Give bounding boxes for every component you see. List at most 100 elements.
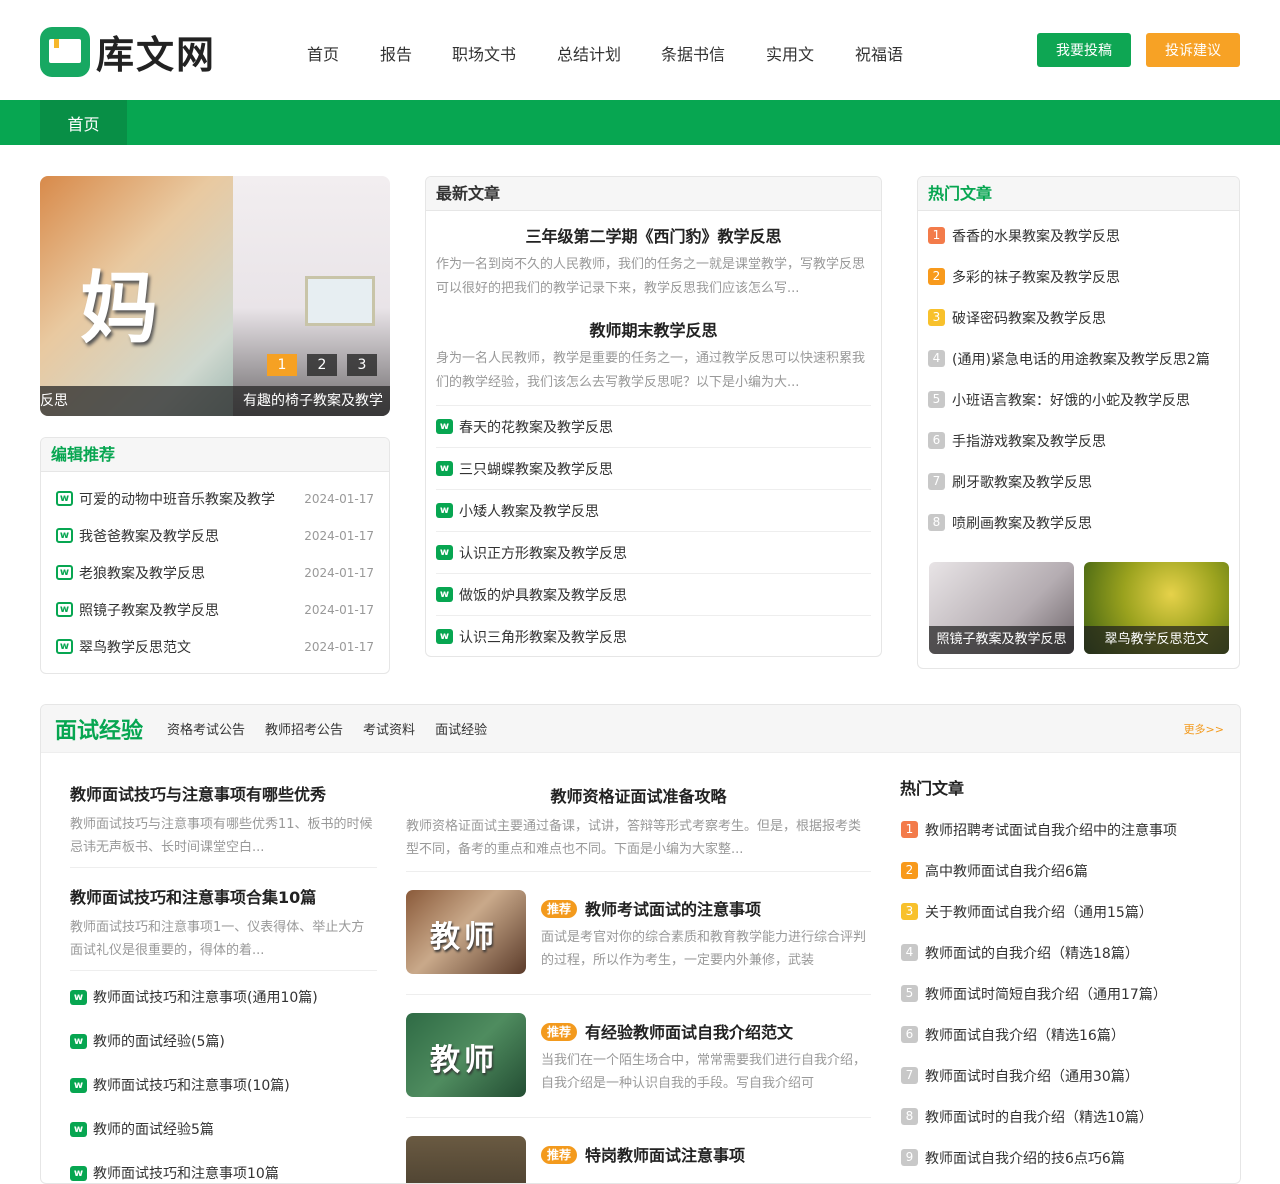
item-title[interactable]: 手指游戏教案及教学反思 <box>952 431 1106 451</box>
card-title[interactable]: 有经验教师面试自我介绍范文 <box>585 1023 793 1042</box>
featured-title[interactable]: 教师面试技巧和注意事项合集10篇 <box>70 884 377 908</box>
section-tab[interactable]: 面试经验 <box>435 719 487 738</box>
list-item[interactable]: w 教师的面试经验5篇 <box>70 1107 377 1151</box>
ranked-item[interactable]: 3 破译密码教案及教学反思 <box>918 297 1239 338</box>
nav-report[interactable]: 报告 <box>380 41 412 65</box>
slide-image-mother[interactable]: 妈 <box>40 176 233 416</box>
slide-caption[interactable]: 有趣的椅子教案及教学 <box>233 386 390 416</box>
site-logo[interactable]: 库文网 <box>40 24 216 79</box>
item-title[interactable]: 我爸爸教案及教学反思 <box>79 526 219 546</box>
list-item[interactable]: w 小矮人教案及教学反思 <box>436 489 871 531</box>
feedback-button[interactable]: 投诉建议 <box>1146 33 1240 67</box>
list-item[interactable]: w 教师的面试经验(5篇) <box>70 1019 377 1063</box>
article-card[interactable]: 教师 推荐 教师考试面试的注意事项 面试是考官对你的综合素质和教育教学能力进行综合… <box>406 890 871 995</box>
ranked-item[interactable]: 4 (通用)紧急电话的用途教案及教学反思2篇 <box>918 338 1239 379</box>
ranked-item[interactable]: 9 教师面试自我介绍的技6点巧6篇 <box>891 1137 1231 1178</box>
ranked-item[interactable]: 2 多彩的袜子教案及教学反思 <box>918 256 1239 297</box>
item-title[interactable]: 教师招聘考试面试自我介绍中的注意事项 <box>925 820 1177 840</box>
list-item[interactable]: w 三只蝴蝶教案及教学反思 <box>436 447 871 489</box>
list-item[interactable]: w 做饭的炉具教案及教学反思 <box>436 573 871 615</box>
list-item[interactable]: w 教师面试技巧和注意事项(10篇) <box>70 1063 377 1107</box>
item-title[interactable]: 高中教师面试自我介绍6篇 <box>925 861 1088 881</box>
ranked-item[interactable]: 5 小班语言教案：好饿的小蛇及教学反思 <box>918 379 1239 420</box>
nav-summary[interactable]: 总结计划 <box>557 41 621 65</box>
item-title[interactable]: 教师面试时的自我介绍（精选10篇） <box>925 1107 1153 1127</box>
item-title[interactable]: 教师面试技巧和注意事项(通用10篇) <box>93 987 318 1007</box>
item-title[interactable]: 老狼教案及教学反思 <box>79 563 205 583</box>
slide-image-classroom[interactable] <box>233 176 390 416</box>
item-title[interactable]: 刷牙歌教案及教学反思 <box>952 472 1092 492</box>
item-title[interactable]: 翠鸟教学反思范文 <box>79 637 191 657</box>
section-tab[interactable]: 教师招考公告 <box>265 719 343 738</box>
nav-greetings[interactable]: 祝福语 <box>855 41 903 65</box>
ranked-item[interactable]: 8 教师面试时的自我介绍（精选10篇） <box>891 1096 1231 1137</box>
item-title[interactable]: 春天的花教案及教学反思 <box>459 417 613 437</box>
item-title[interactable]: 教师面试时简短自我介绍（通用17篇） <box>925 984 1167 1004</box>
ranked-item[interactable]: 6 教师面试自我介绍（精选16篇） <box>891 1014 1231 1055</box>
teacher-image[interactable]: 教师 <box>406 890 526 974</box>
list-item[interactable]: w 教师面试技巧和注意事项(通用10篇) <box>70 975 377 1019</box>
item-title[interactable]: 教师面试自我介绍（精选16篇） <box>925 1025 1125 1045</box>
ranked-item[interactable]: 7 教师面试时自我介绍（通用30篇） <box>891 1055 1231 1096</box>
section-tab[interactable]: 考试资料 <box>363 719 415 738</box>
item-title[interactable]: 教师面试自我介绍的技6点巧6篇 <box>925 1148 1125 1168</box>
nav-practical[interactable]: 实用文 <box>766 41 814 65</box>
item-title[interactable]: 破译密码教案及教学反思 <box>952 308 1106 328</box>
slider-dot-3[interactable]: 3 <box>347 354 377 376</box>
item-title[interactable]: 教师面试技巧和注意事项(10篇) <box>93 1075 290 1095</box>
featured-title[interactable]: 三年级第二学期《西门豹》教学反思 <box>426 223 881 247</box>
list-item[interactable]: w 认识三角形教案及教学反思 <box>436 615 871 656</box>
item-title[interactable]: 三只蝴蝶教案及教学反思 <box>459 459 613 479</box>
article-card[interactable]: 推荐 特岗教师面试注意事项 <box>406 1136 871 1183</box>
featured-title[interactable]: 教师期末教学反思 <box>426 317 881 341</box>
thumb-kingfisher[interactable]: 翠鸟教学反思范文 <box>1084 562 1229 654</box>
item-title[interactable]: 关于教师面试自我介绍（通用15篇） <box>925 902 1153 922</box>
submit-button[interactable]: 我要投稿 <box>1037 33 1131 67</box>
item-title[interactable]: 香香的水果教案及教学反思 <box>952 226 1120 246</box>
list-item[interactable]: w 可爱的动物中班音乐教案及教学 2024-01-17 <box>41 480 389 517</box>
ranked-item[interactable]: 8 喷刷画教案及教学反思 <box>918 502 1239 543</box>
ranked-item[interactable]: 1 香香的水果教案及教学反思 <box>918 215 1239 256</box>
list-item[interactable]: w 春天的花教案及教学反思 <box>436 405 871 447</box>
list-item[interactable]: w 教师面试技巧和注意事项10篇 <box>70 1151 377 1183</box>
nav-letters[interactable]: 条据书信 <box>661 41 725 65</box>
ranked-item[interactable]: 4 教师面试的自我介绍（精选18篇） <box>891 932 1231 973</box>
featured-title[interactable]: 教师面试技巧与注意事项有哪些优秀 <box>70 781 377 805</box>
nav-home[interactable]: 首页 <box>307 41 339 65</box>
item-title[interactable]: (通用)紧急电话的用途教案及教学反思2篇 <box>952 349 1210 369</box>
more-link[interactable]: 更多>> <box>1184 721 1224 737</box>
item-title[interactable]: 教师面试的自我介绍（精选18篇） <box>925 943 1139 963</box>
list-item[interactable]: w 认识正方形教案及教学反思 <box>436 531 871 573</box>
item-title[interactable]: 认识正方形教案及教学反思 <box>459 543 627 563</box>
ranked-item[interactable]: 5 教师面试时简短自我介绍（通用17篇） <box>891 973 1231 1014</box>
list-item[interactable]: w 照镜子教案及教学反思 2024-01-17 <box>41 591 389 628</box>
item-title[interactable]: 多彩的袜子教案及教学反思 <box>952 267 1120 287</box>
ranked-item[interactable]: 1 教师招聘考试面试自我介绍中的注意事项 <box>891 809 1231 850</box>
ranked-item[interactable]: 6 手指游戏教案及教学反思 <box>918 420 1239 461</box>
card-title[interactable]: 特岗教师面试注意事项 <box>585 1146 745 1165</box>
image-slider[interactable]: 妈 反思 有趣的椅子教案及教学 1 2 3 <box>40 176 390 416</box>
teacher-image[interactable] <box>406 1136 526 1183</box>
slide-caption[interactable]: 反思 <box>40 386 233 416</box>
ranked-item[interactable]: 3 关于教师面试自我介绍（通用15篇） <box>891 891 1231 932</box>
ranked-item[interactable]: 7 刷牙歌教案及教学反思 <box>918 461 1239 502</box>
slider-dot-1[interactable]: 1 <box>267 354 297 376</box>
item-title[interactable]: 小班语言教案：好饿的小蛇及教学反思 <box>952 390 1190 410</box>
tab-home[interactable]: 首页 <box>40 100 127 145</box>
item-title[interactable]: 认识三角形教案及教学反思 <box>459 627 627 647</box>
teacher-image[interactable]: 教师 <box>406 1013 526 1097</box>
item-title[interactable]: 小矮人教案及教学反思 <box>459 501 599 521</box>
item-title[interactable]: 照镜子教案及教学反思 <box>79 600 219 620</box>
slider-dot-2[interactable]: 2 <box>307 354 337 376</box>
thumb-caption[interactable]: 翠鸟教学反思范文 <box>1084 626 1229 654</box>
item-title[interactable]: 教师面试技巧和注意事项10篇 <box>93 1163 279 1183</box>
item-title[interactable]: 教师的面试经验(5篇) <box>93 1031 225 1051</box>
item-title[interactable]: 做饭的炉具教案及教学反思 <box>459 585 627 605</box>
article-card[interactable]: 教师 推荐 有经验教师面试自我介绍范文 当我们在一个陌生场合中，常常需要我们进行自… <box>406 1013 871 1118</box>
list-item[interactable]: w 老狼教案及教学反思 2024-01-17 <box>41 554 389 591</box>
item-title[interactable]: 教师的面试经验5篇 <box>93 1119 214 1139</box>
thumb-caption[interactable]: 照镜子教案及教学反思 <box>929 626 1074 654</box>
item-title[interactable]: 喷刷画教案及教学反思 <box>952 513 1092 533</box>
section-tab[interactable]: 资格考试公告 <box>167 719 245 738</box>
featured-title[interactable]: 教师资格证面试准备攻略 <box>406 783 871 807</box>
